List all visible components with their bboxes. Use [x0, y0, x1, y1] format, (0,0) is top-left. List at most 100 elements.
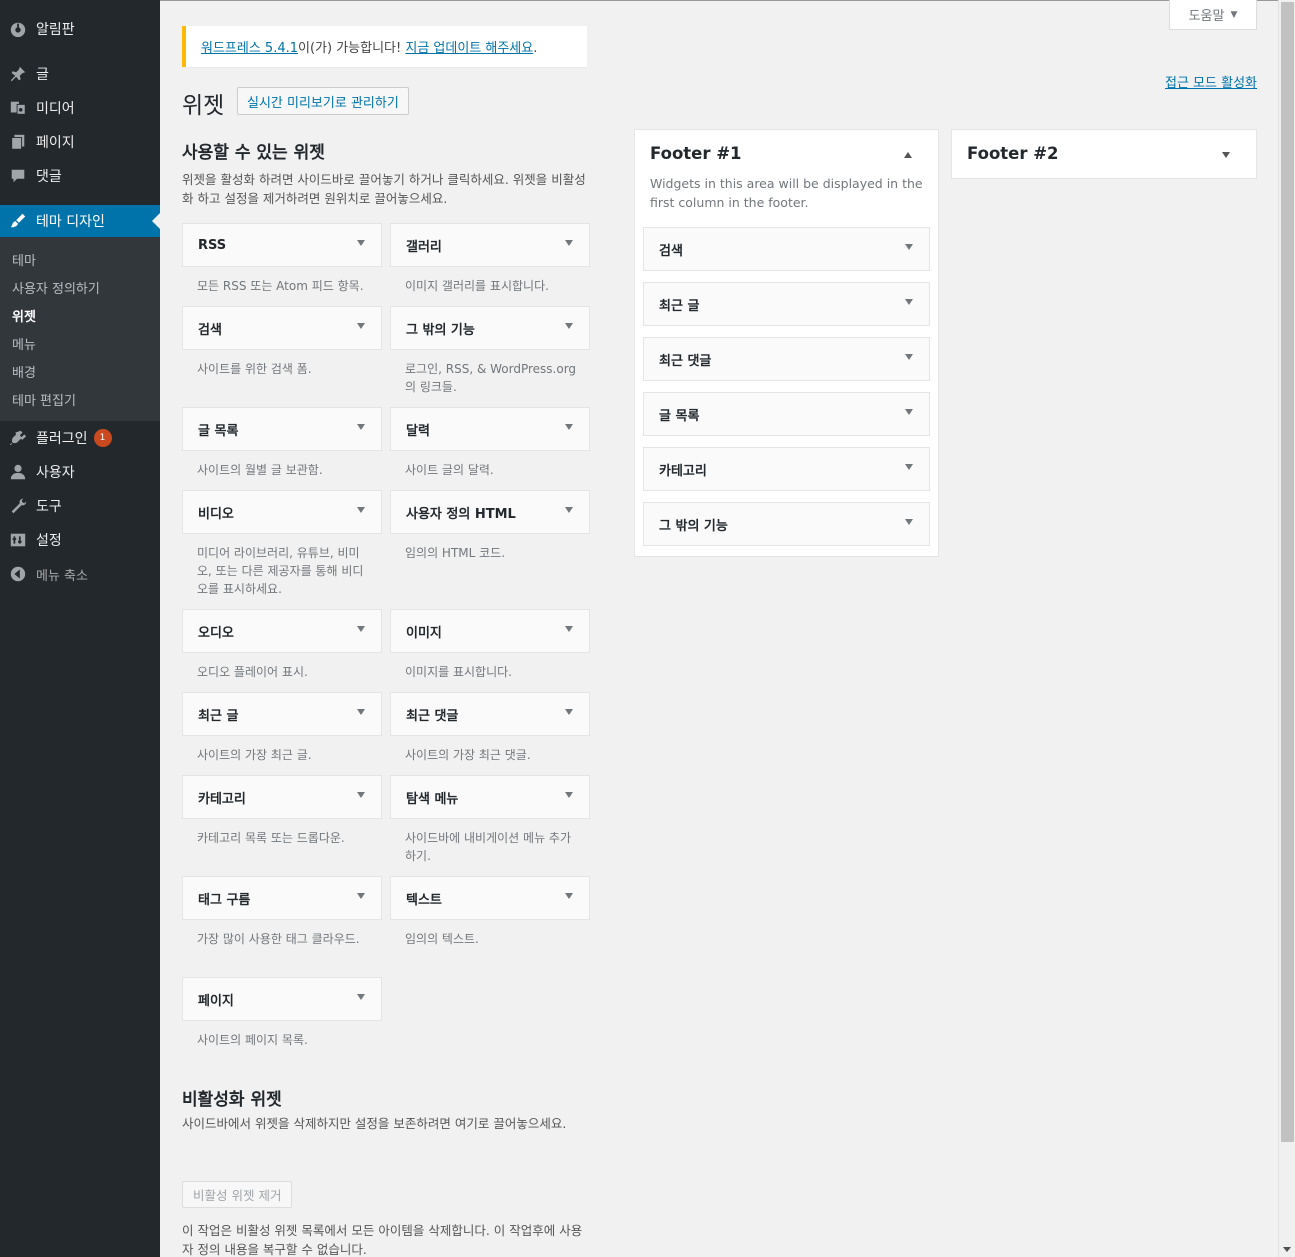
chevron-down-icon[interactable] [357, 709, 365, 715]
chevron-down-icon[interactable] [565, 507, 573, 513]
menu-item-media[interactable]: 미디어 [0, 91, 160, 125]
menu-item-pages[interactable]: 페이지 [0, 125, 160, 159]
widget-text[interactable]: 텍스트 [390, 876, 590, 920]
widget-title: 최근 댓글 [659, 353, 712, 369]
chevron-down-icon[interactable] [1222, 152, 1230, 158]
chevron-down-icon[interactable] [565, 424, 573, 430]
chevron-down-icon: ▼ [1230, 9, 1238, 20]
chevron-down-icon[interactable] [565, 792, 573, 798]
clear-inactive-widgets-button[interactable]: 비활성 위젯 제거 [182, 1181, 293, 1208]
widget-recent-comments[interactable]: 최근 댓글 [390, 692, 590, 736]
accessibility-mode-link[interactable]: 접근 모드 활성화 [1165, 72, 1257, 91]
widget-description: 카테고리 목록 또는 드롭다운. [197, 831, 345, 845]
widget-categories[interactable]: 카테고리 [182, 775, 382, 819]
submenu-item-themes[interactable]: 테마 [0, 245, 160, 273]
widget-nav-menu[interactable]: 탐색 메뉴 [390, 775, 590, 819]
sidebar-title[interactable]: Footer #1 [650, 144, 742, 163]
sidebar-widget[interactable]: 최근 글 [643, 282, 930, 326]
chevron-down-icon[interactable] [565, 626, 573, 632]
scroll-down-arrow[interactable] [1283, 1247, 1291, 1252]
widget-rss[interactable]: RSS [182, 223, 382, 267]
widget-tag-cloud[interactable]: 태그 구름 [182, 876, 382, 920]
submenu-item-customize[interactable]: 사용자 정의하기 [0, 273, 160, 301]
menu-item-users[interactable]: 사용자 [0, 455, 160, 489]
chevron-down-icon[interactable] [357, 792, 365, 798]
chevron-down-icon[interactable] [565, 709, 573, 715]
chevron-down-icon[interactable] [357, 323, 365, 329]
submenu-item-background[interactable]: 배경 [0, 357, 160, 385]
chevron-down-icon[interactable] [357, 507, 365, 513]
widget-description: 이미지를 표시합니다. [405, 665, 512, 679]
widget-search[interactable]: 검색 [182, 306, 382, 350]
chevron-down-icon[interactable] [905, 299, 913, 305]
page-icon [0, 133, 36, 151]
chevron-down-icon[interactable] [357, 893, 365, 899]
menu-label: 테마 디자인 [36, 214, 105, 230]
scrollbar-thumb[interactable] [1281, 2, 1294, 1142]
chevron-down-icon[interactable] [357, 994, 365, 1000]
menu-item-settings[interactable]: 설정 [0, 523, 160, 557]
widget-audio[interactable]: 오디오 [182, 609, 382, 653]
chevron-up-icon[interactable] [904, 152, 912, 158]
menu-item-posts[interactable]: 글 [0, 57, 160, 91]
widget-description: 미디어 라이브러리, 유튜브, 비미오, 또는 다른 제공자를 통해 비디오를 … [197, 546, 364, 596]
submenu-item-theme-editor[interactable]: 테마 편집기 [0, 385, 160, 413]
sidebar-footer-2[interactable]: Footer #2 [951, 129, 1257, 179]
menu-label: 글 [36, 67, 49, 83]
help-tab-label: 도움말 [1188, 9, 1225, 24]
wordpress-version-link[interactable]: 워드프레스 5.4.1 [201, 41, 298, 56]
chevron-down-icon[interactable] [905, 519, 913, 525]
media-icon [0, 99, 36, 117]
sidebar-widget[interactable]: 카테고리 [643, 447, 930, 491]
sidebar-title[interactable]: Footer #2 [967, 144, 1059, 163]
pin-icon [0, 65, 36, 83]
submenu-item-widgets[interactable]: 위젯 [0, 301, 160, 329]
admin-sidebar: 알림판 글 미디어 페이지 댓글 테마 디자인 테마 사용자 정의하기 위젯 메… [0, 0, 160, 1257]
submenu-item-menus[interactable]: 메뉴 [0, 329, 160, 357]
sidebar-widget[interactable]: 글 목록 [643, 392, 930, 436]
chevron-down-icon[interactable] [565, 240, 573, 246]
manage-with-live-preview-button[interactable]: 실시간 미리보기로 관리하기 [237, 87, 409, 115]
chevron-down-icon[interactable] [905, 244, 913, 250]
sidebar-widget[interactable]: 검색 [643, 227, 930, 271]
widget-title: 사용자 정의 HTML [406, 506, 516, 522]
menu-item-dashboard[interactable]: 알림판 [0, 12, 160, 46]
scrollbar[interactable] [1278, 0, 1295, 1257]
help-tab-button[interactable]: 도움말 ▼ [1169, 0, 1257, 30]
widget-custom-html[interactable]: 사용자 정의 HTML [390, 490, 590, 534]
widget-recent-posts[interactable]: 최근 글 [182, 692, 382, 736]
sidebar-widget[interactable]: 최근 댓글 [643, 337, 930, 381]
chevron-down-icon[interactable] [357, 626, 365, 632]
chevron-down-icon[interactable] [565, 893, 573, 899]
widget-pages[interactable]: 페이지 [182, 977, 382, 1021]
widget-gallery[interactable]: 갤러리 [390, 223, 590, 267]
menu-item-appearance[interactable]: 테마 디자인 [0, 205, 160, 237]
user-icon [0, 463, 36, 481]
widget-title: 글 목록 [659, 408, 700, 424]
page-title: 위젯 [182, 93, 225, 119]
inactive-widgets-note: 이 작업은 비활성 위젯 목록에서 모든 아이템을 삭제합니다. 이 작업후에 … [182, 1223, 583, 1257]
menu-label: 설정 [36, 533, 62, 549]
menu-label: 사용자 [36, 465, 75, 481]
update-notice: 워드프레스 5.4.1이(가) 가능합니다! 지금 업데이트 해주세요. [182, 26, 587, 67]
sidebar-widget[interactable]: 그 밖의 기능 [643, 502, 930, 546]
widget-description: 사이트의 가장 최근 댓글. [405, 748, 531, 762]
widget-calendar[interactable]: 달력 [390, 407, 590, 451]
chevron-down-icon[interactable] [565, 323, 573, 329]
menu-label: 메뉴 축소 [36, 568, 88, 584]
collapse-menu-button[interactable]: 메뉴 축소 [0, 557, 160, 591]
chevron-down-icon[interactable] [357, 424, 365, 430]
widget-video[interactable]: 비디오 [182, 490, 382, 534]
chevron-down-icon[interactable] [905, 354, 913, 360]
menu-item-comments[interactable]: 댓글 [0, 159, 160, 193]
widget-archives[interactable]: 글 목록 [182, 407, 382, 451]
widget-meta[interactable]: 그 밖의 기능 [390, 306, 590, 350]
chevron-down-icon[interactable] [905, 464, 913, 470]
chevron-down-icon[interactable] [357, 240, 365, 246]
menu-item-tools[interactable]: 도구 [0, 489, 160, 523]
update-now-link[interactable]: 지금 업데이트 해주세요 [405, 41, 533, 56]
widget-image[interactable]: 이미지 [390, 609, 590, 653]
menu-item-plugins[interactable]: 플러그인 1 [0, 421, 160, 455]
chevron-down-icon[interactable] [905, 409, 913, 415]
widget-title: 비디오 [198, 506, 234, 522]
